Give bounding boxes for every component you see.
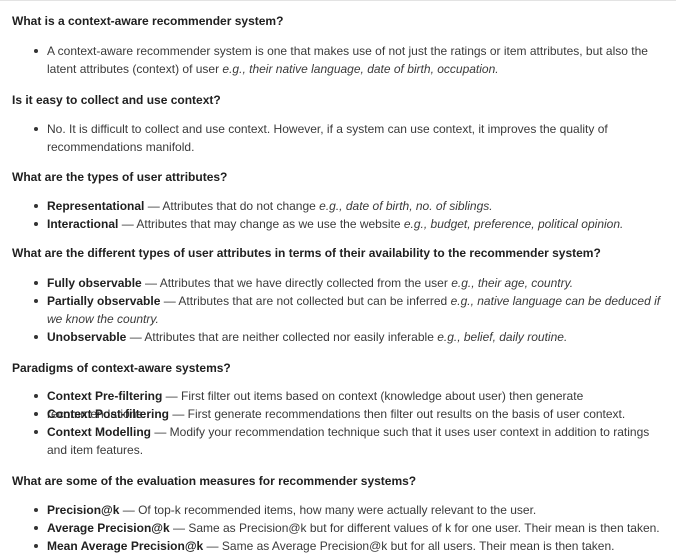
answer-text: Same as Precision@k but for different va… bbox=[188, 521, 660, 535]
answer-text: First generate recommendations then filt… bbox=[187, 407, 626, 421]
answer-example: e.g., their age, country. bbox=[451, 276, 574, 290]
answer-item: Interactional — Attributes that may chan… bbox=[34, 215, 671, 233]
answer-item: Average Precision@k — Same as Precision@… bbox=[34, 519, 671, 537]
answer-term: Interactional bbox=[47, 217, 119, 231]
answer-item: Precision@k — Of top-k recommended items… bbox=[34, 501, 671, 519]
answer-item: Unobservable — Attributes that are neith… bbox=[34, 328, 671, 346]
answer-term: Mean Average Precision@k bbox=[47, 539, 204, 553]
answer-term: Representational bbox=[47, 199, 145, 213]
answer-term: Context Post-filtering bbox=[47, 407, 169, 421]
answer-term: Fully observable bbox=[47, 276, 142, 290]
answer-term: Context Pre-filtering bbox=[47, 389, 163, 403]
answer-item: Representational — Attributes that do no… bbox=[34, 197, 671, 215]
bullet-icon bbox=[34, 526, 38, 530]
answer-text: Of top-k recommended items, how many wer… bbox=[138, 503, 537, 517]
answer-separator: — bbox=[119, 503, 139, 517]
question-heading: Paradigms of context-aware systems? bbox=[12, 361, 231, 375]
bullet-icon bbox=[34, 49, 38, 53]
answer-example: e.g., budget, preference, political opin… bbox=[403, 217, 624, 231]
answer-item: No. It is difficult to collect and use c… bbox=[34, 120, 671, 156]
question-heading: What is a context-aware recommender syst… bbox=[12, 14, 284, 28]
answer-item: Partially observable — Attributes that a… bbox=[34, 292, 671, 328]
answer-separator: — bbox=[169, 521, 189, 535]
bullet-icon bbox=[34, 222, 38, 226]
answer-item: A context-aware recommender system is on… bbox=[34, 42, 671, 78]
answer-separator: — bbox=[118, 217, 137, 231]
answer-separator: — bbox=[203, 539, 222, 553]
bullet-icon bbox=[34, 430, 38, 434]
bullet-icon bbox=[34, 299, 38, 303]
bullet-icon bbox=[34, 412, 38, 416]
answer-example: e.g., their native language, date of bir… bbox=[222, 62, 499, 76]
bullet-icon bbox=[34, 544, 38, 548]
answer-item: Fully observable — Attributes that we ha… bbox=[34, 274, 671, 292]
bullet-icon bbox=[34, 394, 38, 398]
answer-text: Attributes that we have directly collect… bbox=[159, 276, 452, 290]
answer-text: Attributes that may change as we use the… bbox=[136, 217, 404, 231]
faq-document: What is a context-aware recommender syst… bbox=[0, 0, 676, 554]
bullet-icon bbox=[34, 281, 38, 285]
answer-term: Context Modelling bbox=[47, 425, 151, 439]
answer-separator: — bbox=[151, 425, 170, 439]
answer-text: Attributes that are neither collected no… bbox=[144, 330, 438, 344]
answer-item: Context Modelling — Modify your recommen… bbox=[34, 423, 671, 459]
answer-separator: — bbox=[160, 294, 179, 308]
question-heading: What are the types of user attributes? bbox=[12, 170, 228, 184]
question-heading: What are some of the evaluation measures… bbox=[12, 474, 417, 488]
bullet-icon bbox=[34, 127, 38, 131]
answer-separator: — bbox=[162, 389, 182, 403]
answer-example: e.g., date of birth, no. of siblings. bbox=[319, 199, 493, 213]
answer-term: Average Precision@k bbox=[47, 521, 170, 535]
answer-term: Unobservable bbox=[47, 330, 127, 344]
bullet-icon bbox=[34, 508, 38, 512]
bullet-icon bbox=[34, 335, 38, 339]
answer-text: Attributes that do not change bbox=[162, 199, 320, 213]
question-heading: What are the different types of user att… bbox=[12, 246, 601, 260]
bullet-icon bbox=[34, 204, 38, 208]
answer-separator: — bbox=[144, 199, 163, 213]
answer-term: Partially observable bbox=[47, 294, 161, 308]
answer-separator: — bbox=[169, 407, 188, 421]
answer-term: Precision@k bbox=[47, 503, 120, 517]
answer-text: No. It is difficult to collect and use c… bbox=[47, 122, 608, 154]
answer-text: Attributes that are not collected but ca… bbox=[178, 294, 451, 308]
answer-text: Same as Average Precision@k but for all … bbox=[221, 539, 615, 553]
answer-item: Context Post-filtering — First generate … bbox=[34, 405, 671, 423]
answer-item: Mean Average Precision@k — Same as Avera… bbox=[34, 537, 671, 555]
answer-example: e.g., belief, daily routine. bbox=[437, 330, 568, 344]
answer-separator: — bbox=[126, 330, 145, 344]
answer-separator: — bbox=[141, 276, 160, 290]
question-heading: Is it easy to collect and use context? bbox=[12, 93, 221, 107]
